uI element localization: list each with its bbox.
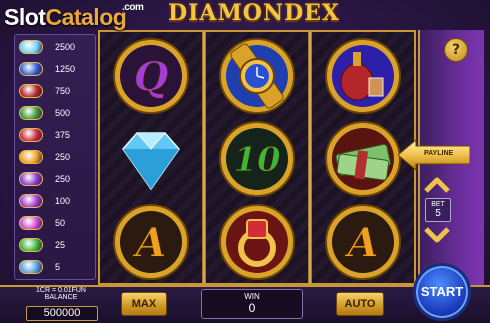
paytable-value: 1250 [55, 63, 76, 74]
jack-symbol-icon [19, 215, 43, 230]
watch-symbol [219, 38, 295, 114]
paytable-row-diamond: 2500 [19, 38, 95, 55]
paytable-row-nine: 5 [19, 258, 95, 275]
ring-symbol-icon [19, 127, 43, 142]
paytable-value: 5 [55, 261, 61, 272]
paytable-value: 250 [55, 151, 71, 162]
cognac-symbol [325, 38, 401, 114]
reel-1: QA [100, 32, 202, 283]
bet-increase-chevron-up-icon[interactable] [424, 176, 450, 194]
win-label: WIN [244, 292, 260, 301]
balance-label: BALANCE [44, 294, 78, 301]
paytable-row-ten: 25 [19, 236, 95, 253]
reel-2: 10 [206, 32, 308, 283]
win-display: WIN 0 [201, 289, 303, 319]
paytable-row-ace: 250 [19, 148, 95, 165]
ace-symbol: A [325, 204, 401, 280]
paytable-value: 750 [55, 85, 71, 96]
ten-symbol: 10 [219, 121, 295, 197]
paytable-row-queen: 100 [19, 192, 95, 209]
reels-grid: QA 10 A [98, 30, 416, 285]
help-button[interactable]: ? [444, 38, 468, 62]
paytable-value: 250 [55, 173, 71, 184]
paytable-value: 25 [55, 239, 66, 250]
diamond-symbol-icon [19, 39, 43, 54]
paytable-value: 500 [55, 107, 71, 118]
svg-text:Q: Q [134, 53, 169, 100]
paytable-value: 100 [55, 195, 71, 206]
queen-symbol-icon [19, 193, 43, 208]
paytable: 2500 1250 750 500 375 250 250 100 50 25 5 [14, 34, 96, 280]
ring-symbol [219, 204, 295, 280]
paytable-row-cognac: 750 [19, 82, 95, 99]
win-value: 0 [248, 301, 256, 315]
ten-symbol-icon [19, 237, 43, 252]
paytable-value: 50 [55, 217, 66, 228]
bet-label: BET [431, 201, 445, 208]
balance-value: 500000 [26, 306, 98, 321]
paytable-row-money: 500 [19, 104, 95, 121]
queen-symbol: Q [113, 38, 189, 114]
king-symbol-icon [19, 171, 43, 186]
ace-symbol-icon [19, 149, 43, 164]
paytable-row-ring: 375 [19, 126, 95, 143]
paytable-value: 375 [55, 129, 71, 140]
payline-label: PAYLINE [424, 150, 454, 157]
game-screen: SlotCatalog .com DIAMONDEX 2500 1250 750 50… [0, 0, 490, 323]
game-title: DIAMONDEX [168, 0, 340, 26]
money-symbol [325, 121, 401, 197]
svg-text:10: 10 [233, 140, 281, 180]
ace-symbol: A [113, 204, 189, 280]
money-symbol-icon [19, 105, 43, 120]
coin-rate: 1CR = 0.01FUN [36, 287, 86, 294]
watermark-slot: Slot [4, 4, 46, 30]
svg-text:A: A [343, 219, 378, 266]
coin-info: 1CR = 0.01FUN BALANCE [28, 287, 94, 301]
slotcatalog-watermark: SlotCatalog .com [4, 2, 144, 31]
diamond-symbol [122, 132, 180, 191]
svg-text:A: A [131, 219, 166, 266]
paytable-row-jack: 50 [19, 214, 95, 231]
paytable-row-king: 250 [19, 170, 95, 187]
nine-symbol-icon [19, 259, 43, 274]
watch-symbol-icon [19, 61, 43, 76]
autoplay-button[interactable]: AUTO [336, 292, 384, 316]
cognac-symbol-icon [19, 83, 43, 98]
bet-display: BET 5 [425, 198, 451, 222]
watermark-catalog: Catalog [45, 4, 127, 30]
paytable-value: 2500 [55, 41, 76, 52]
start-spin-button[interactable]: START [413, 263, 471, 321]
bet-decrease-chevron-down-icon[interactable] [424, 226, 450, 244]
watermark-tld: .com [122, 2, 144, 13]
paytable-row-watch: 1250 [19, 60, 95, 77]
max-bet-button[interactable]: MAX [121, 292, 167, 316]
bet-value: 5 [435, 208, 441, 219]
